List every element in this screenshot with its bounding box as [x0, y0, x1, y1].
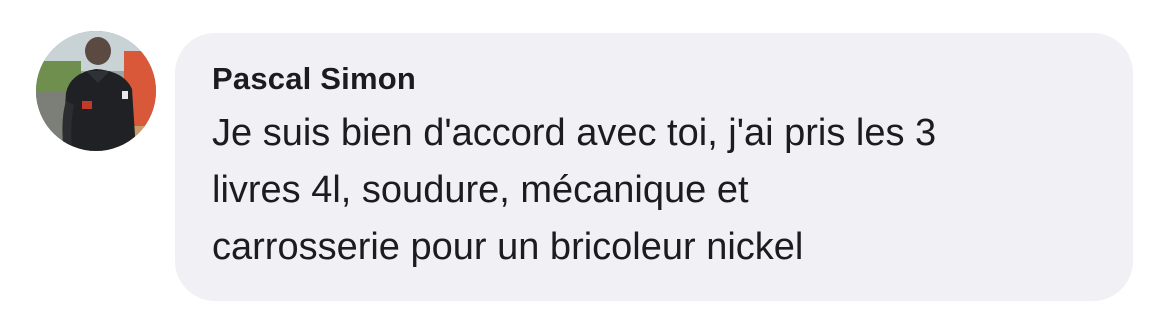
comment-bubble: Pascal Simon Je suis bien d'accord avec … — [175, 33, 1133, 301]
comment-author[interactable]: Pascal Simon — [212, 59, 1097, 99]
comment: Pascal Simon Je suis bien d'accord avec … — [0, 0, 1170, 311]
avatar[interactable] — [36, 31, 156, 151]
comment-text: Je suis bien d'accord avec toi, j'ai pri… — [212, 112, 937, 268]
avatar-photo — [36, 31, 156, 151]
